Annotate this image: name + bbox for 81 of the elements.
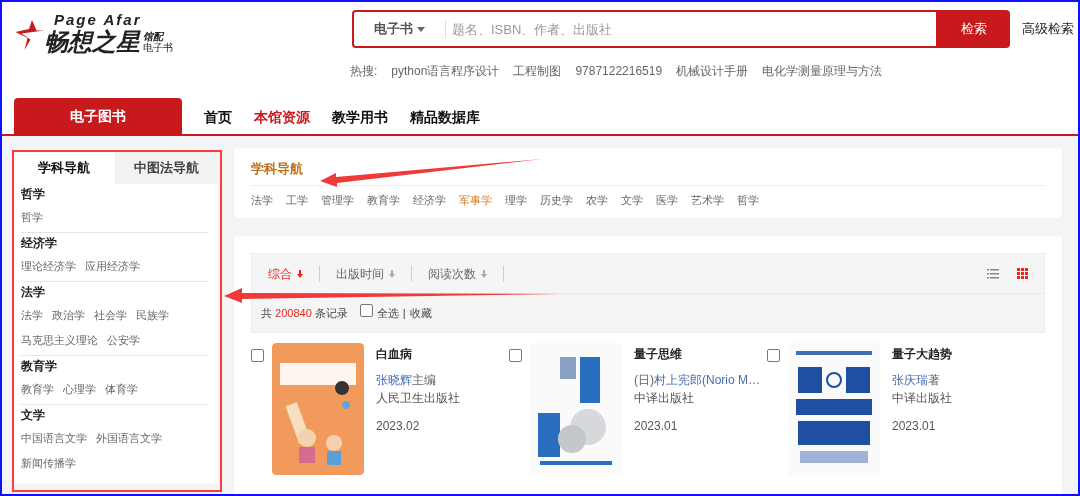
- nav-link[interactable]: 首页: [204, 106, 232, 128]
- subject-link[interactable]: 农学: [586, 191, 608, 209]
- subject-link[interactable]: 应用经济学: [85, 254, 140, 279]
- subject-link[interactable]: 工学: [286, 191, 308, 209]
- subject-link[interactable]: 民族学: [136, 303, 169, 328]
- subject-link[interactable]: 马克思主义理论: [21, 328, 98, 353]
- subject-link[interactable]: 文学: [621, 191, 643, 209]
- subject-link[interactable]: 外国语言文学: [96, 426, 162, 451]
- book-title[interactable]: 量子思维: [634, 345, 682, 371]
- subject-link[interactable]: 社会学: [94, 303, 127, 328]
- book-publisher: 中译出版社: [634, 390, 694, 407]
- sidebar-tab[interactable]: 中图法导航: [115, 152, 218, 184]
- subject-link[interactable]: 法学: [21, 303, 43, 328]
- subject-link[interactable]: 理论经济学: [21, 254, 76, 279]
- nav-link[interactable]: 教学用书: [332, 106, 388, 128]
- subject-link[interactable]: 经济学: [413, 191, 446, 209]
- sort-button[interactable]: 出版时间: [336, 264, 395, 283]
- separator-text: |: [402, 305, 406, 321]
- select-all-link[interactable]: 全选: [376, 304, 399, 322]
- book-title[interactable]: 白血病: [376, 345, 412, 371]
- book-author[interactable]: (日)村上宪郎(Norio M…: [634, 371, 760, 389]
- grid-view-icon[interactable]: [1017, 268, 1028, 279]
- book-author[interactable]: 张庆瑞著: [892, 371, 940, 389]
- sort-button[interactable]: 综合: [268, 264, 303, 283]
- record-count: 共 200840 条记录: [261, 305, 348, 321]
- subject-heading: 法学: [21, 284, 46, 301]
- logo-name: 畅想之星: [44, 30, 140, 54]
- subject-link[interactable]: 艺术学: [691, 191, 724, 209]
- hot-search-label: 热搜:: [350, 63, 378, 80]
- subject-heading: 文学: [21, 407, 46, 424]
- subject-link[interactable]: 中国语言文学: [21, 426, 87, 451]
- book-date: 2023.02: [376, 418, 420, 435]
- checkbox[interactable]: [359, 304, 373, 318]
- book-date: 2023.01: [892, 418, 936, 435]
- hot-search-link[interactable]: 电化学测量原理与方法: [762, 62, 883, 80]
- book-publisher: 人民卫生出版社: [376, 390, 460, 407]
- hot-search-link[interactable]: 机械设计手册: [676, 62, 749, 80]
- subject-link[interactable]: 哲学: [737, 191, 759, 209]
- book-author[interactable]: 张晓辉主编: [376, 371, 436, 389]
- logo-tagline: 馆配: [143, 31, 165, 42]
- checkbox[interactable]: [509, 349, 522, 362]
- subject-link[interactable]: 体育学: [105, 377, 138, 402]
- subject-heading: 哲学: [21, 186, 46, 203]
- subject-link[interactable]: 医学: [656, 191, 678, 209]
- subject-link[interactable]: 哲学: [21, 205, 43, 230]
- nav-link[interactable]: 精品数据库: [410, 106, 480, 128]
- book-title[interactable]: 量子大趋势: [892, 345, 952, 371]
- subject-link[interactable]: 教育学: [21, 377, 54, 402]
- caret-icon: [417, 26, 425, 32]
- arrow-down-icon: [389, 269, 395, 278]
- subject-link[interactable]: 心理学: [63, 377, 96, 402]
- scope-dropdown[interactable]: 电子书: [354, 19, 445, 39]
- advanced-search-link[interactable]: 高级检索: [1022, 19, 1074, 39]
- hot-search-link[interactable]: 工程制图: [513, 62, 562, 80]
- subject-link[interactable]: 管理学: [321, 191, 354, 209]
- subject-link[interactable]: 教育学: [367, 191, 400, 209]
- subject-link[interactable]: 理学: [505, 191, 527, 209]
- subject-heading: 经济学: [21, 235, 58, 252]
- search-button[interactable]: 检索: [938, 10, 1010, 48]
- subject-link[interactable]: 历史学: [540, 191, 573, 209]
- favorite-link[interactable]: 收藏: [409, 304, 432, 322]
- list-view-icon[interactable]: [987, 268, 999, 279]
- checkbox[interactable]: [251, 349, 264, 362]
- nav-link[interactable]: 本馆资源: [254, 106, 310, 128]
- search-field[interactable]: 电子书 题名、ISBN、作者、出版社: [352, 10, 938, 48]
- subject-link[interactable]: 公安学: [107, 328, 140, 353]
- logo-subtitle: 电子书: [143, 42, 173, 53]
- hot-search-link[interactable]: python语言程序设计: [391, 62, 500, 80]
- subject-link[interactable]: 新闻传播学: [21, 451, 76, 476]
- arrow-down-icon: [297, 269, 303, 278]
- checkbox[interactable]: [767, 349, 780, 362]
- arrow-down-icon: [481, 269, 487, 278]
- subject-link[interactable]: 法学: [251, 191, 273, 209]
- category-tab[interactable]: 电子图书: [14, 98, 182, 134]
- hot-search-link[interactable]: 9787122216519: [575, 62, 663, 80]
- subject-link[interactable]: 军事学: [459, 191, 492, 209]
- sort-button[interactable]: 阅读次数: [428, 264, 487, 283]
- subject-link[interactable]: 政治学: [52, 303, 85, 328]
- book-date: 2023.01: [634, 418, 678, 435]
- subject-heading: 教育学: [21, 358, 58, 375]
- book-publisher: 中译出版社: [892, 390, 952, 407]
